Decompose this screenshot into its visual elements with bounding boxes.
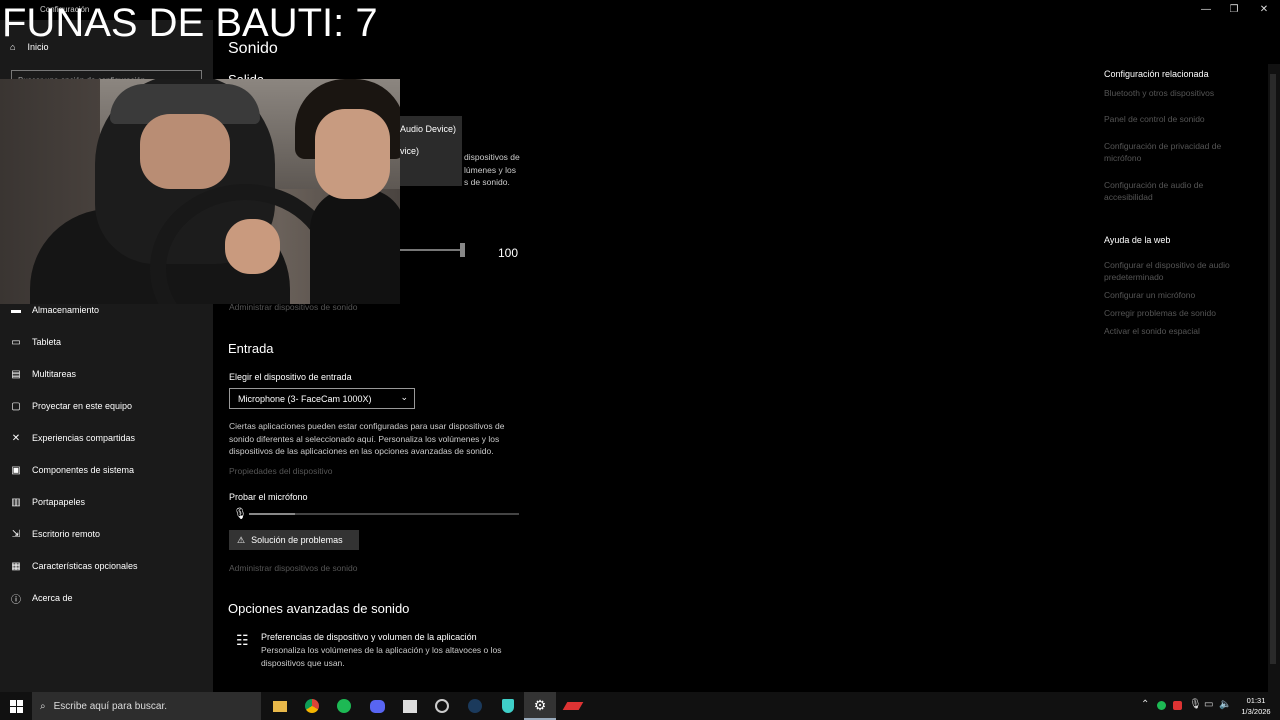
volume-slider-thumb[interactable] <box>460 243 465 257</box>
webcam-overlay <box>0 79 400 304</box>
discord-icon[interactable] <box>361 692 393 720</box>
help-link-fix-sound[interactable]: Corregir problemas de sonido <box>1104 307 1254 319</box>
volume-slider-track[interactable] <box>400 249 462 251</box>
tray-network-icon[interactable]: ▭ <box>1204 699 1213 710</box>
clipboard-icon: ▥ <box>11 496 21 508</box>
sidebar-item-remote[interactable]: ⇲ Escritorio remoto <box>10 526 100 542</box>
sidebar-item-storage[interactable]: ▬ Almacenamiento <box>10 302 99 318</box>
advanced-item-description: Personaliza los volúmenes de la aplicaci… <box>261 645 502 668</box>
start-button[interactable] <box>0 692 32 720</box>
sidebar-item-label: Almacenamiento <box>32 305 100 315</box>
tray-chevron-icon[interactable]: ⌃ <box>1141 699 1149 710</box>
sidebar-item-clipboard[interactable]: ▥ Portapapeles <box>10 494 85 510</box>
output-description: dispositivos de lúmenes y los s de sonid… <box>464 152 520 187</box>
mic-level-meter <box>249 513 519 515</box>
device-properties-link[interactable]: Propiedades del dispositivo <box>229 466 332 476</box>
output-device-option-2[interactable]: vice) <box>400 146 419 156</box>
warning-icon: ⚠ <box>237 534 246 545</box>
file-explorer-icon[interactable] <box>264 692 296 720</box>
taskbar-search-placeholder: Escribe aquí para buscar. <box>53 700 168 712</box>
clock-time: 01:31 <box>1246 696 1266 705</box>
settings-icon[interactable]: ⚙ <box>524 692 556 720</box>
shared-icon: ✕ <box>11 432 21 444</box>
sliders-icon: ☷ <box>236 632 249 648</box>
related-settings-heading: Configuración relacionada <box>1104 69 1209 79</box>
search-icon: ⌕ <box>40 700 46 712</box>
input-heading: Entrada <box>228 341 274 356</box>
troubleshoot-button[interactable]: ⚠ Solución de problemas <box>229 530 359 550</box>
related-link-mic-privacy[interactable]: Configuración de privacidad de micrófono <box>1104 140 1254 164</box>
troubleshoot-label: Solución de problemas <box>251 535 343 545</box>
storage-icon: ▬ <box>11 304 21 316</box>
remote-icon: ⇲ <box>11 528 21 540</box>
related-link-sound-panel[interactable]: Panel de control de sonido <box>1104 113 1254 125</box>
help-link-default-device[interactable]: Configurar el dispositivo de audio prede… <box>1104 259 1254 283</box>
chrome-icon[interactable] <box>296 692 328 720</box>
web-help-heading: Ayuda de la web <box>1104 235 1171 245</box>
sidebar-item-project[interactable]: ▢ Proyectar en este equipo <box>10 398 132 414</box>
sidebar-item-label: Proyectar en este equipo <box>32 401 133 411</box>
sidebar-item-optional[interactable]: ▦ Características opcionales <box>10 558 138 574</box>
help-link-spatial-sound[interactable]: Activar el sonido espacial <box>1104 325 1254 337</box>
output-device-option-1[interactable]: Audio Device) <box>400 124 456 134</box>
restore-button[interactable]: ❐ <box>1220 0 1248 20</box>
sidebar-item-about[interactable]: ⓘ Acerca de <box>10 590 73 606</box>
close-button[interactable]: ✕ <box>1250 0 1278 20</box>
sidebar-item-label: Multitareas <box>32 369 77 379</box>
sidebar-item-label: Acerca de <box>32 593 73 603</box>
tray-spotify-icon[interactable] <box>1157 701 1166 710</box>
minimize-button[interactable]: — <box>1192 0 1220 20</box>
microphone-icon: 🎙 <box>233 508 247 520</box>
chevron-down-icon: ⌄ <box>400 392 408 402</box>
windows-icon <box>9 699 23 713</box>
scrollbar-thumb[interactable] <box>1270 74 1276 664</box>
advanced-heading: Opciones avanzadas de sonido <box>228 601 410 616</box>
input-description: Ciertas aplicaciones pueden estar config… <box>229 421 505 456</box>
steam-icon[interactable] <box>459 692 491 720</box>
sidebar-item-label: Experiencias compartidas <box>32 433 136 443</box>
tablet-icon: ▭ <box>11 336 21 348</box>
tray-mic-icon[interactable]: 🎙 <box>1189 699 1202 710</box>
spotify-icon[interactable] <box>328 692 360 720</box>
input-device-label: Elegir el dispositivo de entrada <box>229 372 352 382</box>
stream-overlay-title: FUNAS DE BAUTI: 7 <box>2 1 378 45</box>
clock-date: 1/3/2026 <box>1241 707 1271 716</box>
tray-volume-icon[interactable]: 🔈 <box>1219 699 1231 710</box>
related-link-bluetooth[interactable]: Bluetooth y otros dispositivos <box>1104 87 1254 99</box>
test-mic-label: Probar el micrófono <box>229 492 308 502</box>
sidebar-item-label: Componentes de sistema <box>32 465 135 475</box>
scrollbar[interactable] <box>1268 64 1280 692</box>
sidebar-item-multitask[interactable]: ▤ Multitareas <box>10 366 76 382</box>
sidebar-item-shared[interactable]: ✕ Experiencias compartidas <box>10 430 135 446</box>
taskbar-clock[interactable]: 01:31 1/3/2026 <box>1236 695 1276 717</box>
game-icon[interactable] <box>557 692 589 720</box>
taskbar: ⌕ Escribe aquí para buscar. ⚙ ⌃ 🎙 ▭ 🔈 01… <box>0 692 1280 720</box>
sidebar-item-label: Características opcionales <box>32 561 138 571</box>
optional-icon: ▦ <box>11 560 21 572</box>
sidebar-item-label: Escritorio remoto <box>32 529 101 539</box>
input-device-value: Microphone (3- FaceCam 1000X) <box>238 394 372 404</box>
store-icon[interactable] <box>394 692 426 720</box>
project-icon: ▢ <box>11 400 21 412</box>
related-link-accessibility[interactable]: Configuración de audio de accesibilidad <box>1104 179 1254 203</box>
sidebar-item-tablet[interactable]: ▭ Tableta <box>10 334 61 350</box>
advanced-item-title[interactable]: Preferencias de dispositivo y volumen de… <box>261 632 477 642</box>
vpn-icon[interactable] <box>492 692 524 720</box>
info-icon: ⓘ <box>11 594 21 606</box>
input-device-select[interactable]: Microphone (3- FaceCam 1000X) ⌄ <box>229 388 415 409</box>
sidebar-item-label: Portapapeles <box>32 497 86 507</box>
multitask-icon: ▤ <box>11 368 21 380</box>
volume-value: 100 <box>498 246 519 260</box>
help-link-setup-mic[interactable]: Configurar un micrófono <box>1104 289 1254 301</box>
mic-level-fill <box>249 513 295 515</box>
obs-icon[interactable] <box>426 692 458 720</box>
taskbar-search[interactable]: ⌕ Escribe aquí para buscar. <box>32 692 261 720</box>
components-icon: ▣ <box>11 464 21 476</box>
sidebar-item-label: Tableta <box>32 337 62 347</box>
sidebar-item-components[interactable]: ▣ Componentes de sistema <box>10 462 134 478</box>
tray-recording-icon[interactable] <box>1173 701 1182 710</box>
manage-input-devices-link[interactable]: Administrar dispositivos de sonido <box>229 563 358 573</box>
